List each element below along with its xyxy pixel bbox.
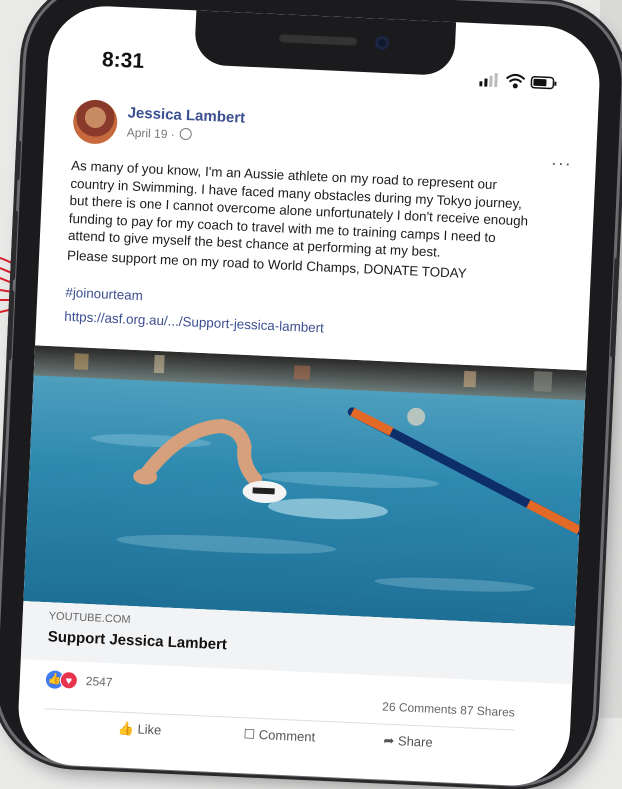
donation-link[interactable]: https://asf.org.au/.../Support-jessica-l… xyxy=(64,309,324,336)
globe-icon xyxy=(179,127,193,141)
facebook-post: Jessica Lambert April 19 · ··· As many o… xyxy=(64,98,573,335)
post-date: April 19 · xyxy=(126,125,193,142)
thumbs-up-icon: 👍 xyxy=(117,720,135,737)
notch xyxy=(193,10,457,77)
share-label: Share xyxy=(397,733,433,750)
hashtag-link[interactable]: #joinourteam xyxy=(65,285,143,303)
wifi-icon xyxy=(505,73,526,89)
like-button[interactable]: 👍 Like xyxy=(117,721,161,739)
swimmer-photo[interactable] xyxy=(23,345,587,627)
comment-icon: ☐ xyxy=(243,726,256,742)
reaction-count[interactable]: 2547 xyxy=(86,674,113,689)
love-reaction-icon: ♥ xyxy=(59,670,79,690)
front-camera xyxy=(374,35,390,51)
share-icon: ➦ xyxy=(383,732,395,749)
shares-count[interactable]: 87 Shares xyxy=(460,703,515,719)
link-domain: YOUTUBE.COM xyxy=(48,610,131,627)
status-icons xyxy=(479,72,557,90)
post-body: As many of you know, I'm an Aussie athle… xyxy=(67,157,571,287)
comment-label: Comment xyxy=(258,726,316,745)
status-time: 8:31 xyxy=(101,48,145,74)
author-name[interactable]: Jessica Lambert xyxy=(127,104,245,126)
more-options-button[interactable]: ··· xyxy=(550,153,572,175)
battery-icon xyxy=(530,76,557,90)
like-label: Like xyxy=(137,721,162,738)
link-title: Support Jessica Lambert xyxy=(47,628,228,654)
comments-shares-count: 26 Comments 87 Shares xyxy=(382,700,515,720)
speaker xyxy=(279,34,358,46)
phone-screen: 8:31 Jessica Lambert April 19 · ··· As m… xyxy=(16,3,602,789)
author-avatar[interactable] xyxy=(72,98,119,145)
cellular-signal-icon xyxy=(479,72,498,88)
comments-count[interactable]: 26 Comments xyxy=(382,700,457,717)
post-date-text: April 19 · xyxy=(126,125,176,142)
comment-button[interactable]: ☐ Comment xyxy=(243,726,315,745)
phone-frame: 8:31 Jessica Lambert April 19 · ··· As m… xyxy=(0,0,622,789)
share-button[interactable]: ➦ Share xyxy=(383,733,433,751)
